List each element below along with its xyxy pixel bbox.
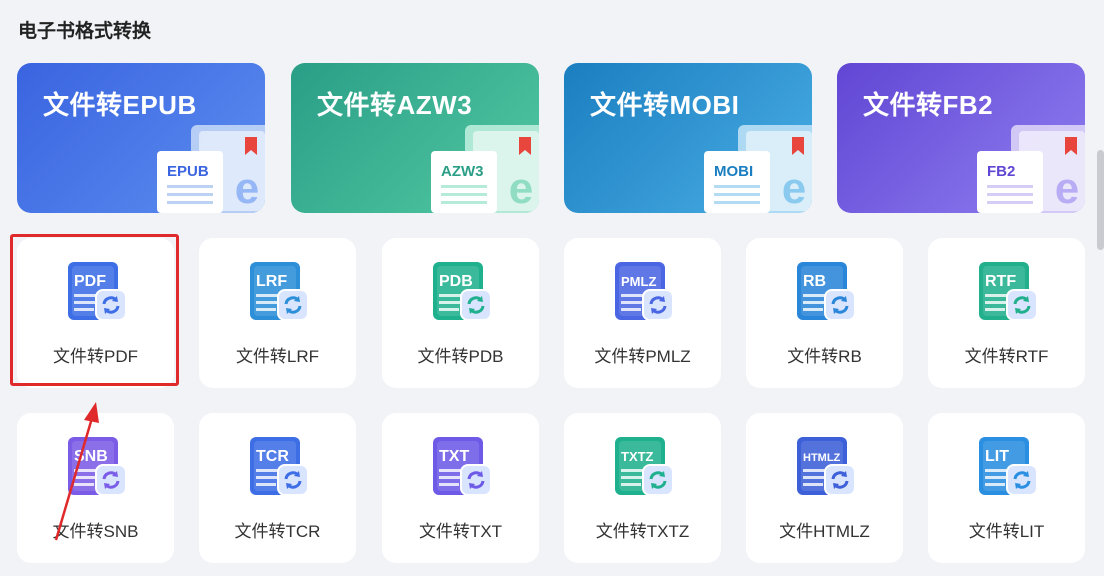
card-label: 文件转RTF: [964, 347, 1049, 366]
txt-file-icon: TXT: [432, 437, 492, 496]
scrollbar[interactable]: [1097, 150, 1104, 250]
card-tag: RTF: [985, 273, 1016, 290]
card-tag: TXTZ: [621, 449, 654, 464]
svg-text:e: e: [235, 164, 259, 213]
card-label: 文件转TXT: [418, 522, 503, 541]
card-pdb[interactable]: PDB 文件转PDB: [382, 238, 539, 388]
rb-file-icon: RB: [796, 262, 856, 321]
card-tag: PDB: [439, 273, 473, 290]
ebook-illustration-icon: e EPUB: [157, 125, 265, 213]
card-label: 文件HTMLZ: [779, 522, 870, 541]
card-tcr[interactable]: TCR 文件转TCR: [199, 413, 356, 563]
card-tag: RB: [803, 273, 826, 290]
card-tag: TCR: [256, 448, 289, 465]
banner-epub[interactable]: 文件转EPUB e EPUB: [17, 63, 265, 213]
card-snb[interactable]: SNB 文件转SNB: [17, 413, 174, 563]
card-tag: LRF: [256, 273, 287, 290]
banner-tag: EPUB: [167, 163, 209, 180]
banner-title: 文件转EPUB: [43, 90, 197, 120]
pmlz-file-icon: PMLZ: [614, 262, 674, 321]
svg-text:e: e: [782, 164, 806, 213]
card-rb[interactable]: RB 文件转RB: [746, 238, 903, 388]
ebook-illustration-icon: e FB2: [977, 125, 1085, 213]
card-label: 文件转PDF: [53, 347, 138, 366]
card-label: 文件转TXTZ: [595, 522, 690, 541]
banner-tag: AZW3: [441, 163, 484, 180]
card-label: 文件转PDB: [417, 347, 504, 366]
card-label: 文件转TCR: [234, 522, 321, 541]
txtz-file-icon: TXTZ: [614, 437, 674, 496]
banner-tag: MOBI: [714, 163, 753, 180]
card-htmlz[interactable]: HTMLZ 文件HTMLZ: [746, 413, 903, 563]
banner-title: 文件转AZW3: [317, 90, 473, 120]
card-tag: TXT: [439, 448, 469, 465]
card-label: 文件转LIT: [968, 522, 1045, 541]
snb-file-icon: SNB: [67, 437, 127, 496]
ebook-illustration-icon: e AZW3: [431, 125, 539, 213]
rtf-file-icon: RTF: [978, 262, 1038, 321]
card-pmlz[interactable]: PMLZ 文件转PMLZ: [564, 238, 721, 388]
card-tag: HTMLZ: [803, 452, 841, 464]
banner-title: 文件转FB2: [863, 90, 994, 120]
card-tag: SNB: [74, 448, 108, 465]
lit-file-icon: LIT: [978, 437, 1038, 496]
card-tag: PMLZ: [621, 274, 656, 289]
card-label: 文件转RB: [787, 347, 862, 366]
card-label: 文件转PMLZ: [594, 347, 691, 366]
card-label: 文件转LRF: [235, 347, 320, 366]
banner-fb2[interactable]: 文件转FB2 e FB2: [837, 63, 1085, 213]
card-pdf[interactable]: PDF 文件转PDF: [17, 238, 174, 388]
svg-text:e: e: [1055, 164, 1079, 213]
card-txtz[interactable]: TXTZ 文件转TXTZ: [564, 413, 721, 563]
section-title: 电子书格式转换: [18, 21, 152, 42]
banner-mobi[interactable]: 文件转MOBI e MOBI: [564, 63, 812, 213]
card-tag: LIT: [985, 448, 1009, 465]
svg-text:e: e: [509, 164, 533, 213]
pdb-file-icon: PDB: [432, 262, 492, 321]
ebook-illustration-icon: e MOBI: [704, 125, 812, 213]
card-lrf[interactable]: LRF 文件转LRF: [199, 238, 356, 388]
banner-azw3[interactable]: 文件转AZW3 e AZW3: [291, 63, 539, 213]
tcr-file-icon: TCR: [249, 437, 309, 496]
banner-title: 文件转MOBI: [590, 90, 740, 120]
htmlz-file-icon: HTMLZ: [796, 437, 856, 496]
lrf-file-icon: LRF: [249, 262, 309, 321]
banner-tag: FB2: [987, 163, 1015, 180]
card-tag: PDF: [74, 273, 106, 290]
card-label: 文件转SNB: [52, 522, 139, 541]
card-txt[interactable]: TXT 文件转TXT: [382, 413, 539, 563]
card-lit[interactable]: LIT 文件转LIT: [928, 413, 1085, 563]
pdf-file-icon: PDF: [67, 262, 127, 321]
card-rtf[interactable]: RTF 文件转RTF: [928, 238, 1085, 388]
